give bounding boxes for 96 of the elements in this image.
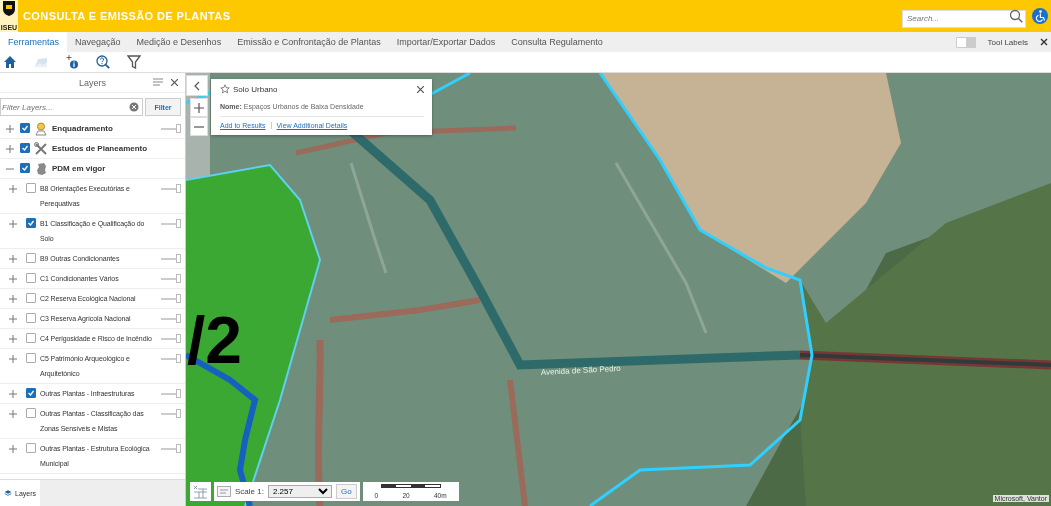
expand-icon[interactable] <box>6 125 14 133</box>
checkbox[interactable] <box>26 218 36 228</box>
ribbon-tab[interactable]: Medição e Desenhos <box>128 32 230 52</box>
checkbox[interactable] <box>26 353 36 363</box>
zone-label: /2 <box>187 303 243 377</box>
checkbox[interactable] <box>20 123 30 133</box>
ribbon-tab[interactable]: Emissão e Confrontação de Plantas <box>229 32 389 52</box>
opacity-slider[interactable] <box>161 274 181 284</box>
map-shape-icon <box>34 161 48 176</box>
opacity-slider[interactable] <box>161 409 181 419</box>
expand-icon[interactable] <box>9 390 17 398</box>
opacity-slider[interactable] <box>161 354 181 364</box>
checkbox[interactable] <box>26 183 36 193</box>
opacity-slider[interactable] <box>161 184 181 194</box>
checkbox[interactable] <box>26 293 36 303</box>
person-pin-icon <box>34 121 48 136</box>
ribbon-tab[interactable]: Importar/Exportar Dados <box>388 32 504 52</box>
zoom-in-button[interactable] <box>190 98 208 117</box>
ribbon-tab[interactable]: Navegação <box>67 32 129 52</box>
layers-icon <box>4 488 12 498</box>
popup-title: Solo Urbano <box>233 84 278 94</box>
checkbox[interactable] <box>26 333 36 343</box>
layer-name: Enquadramento <box>52 123 113 135</box>
search-field[interactable]: Search... <box>902 9 1026 28</box>
opacity-slider[interactable] <box>161 389 181 399</box>
checkbox[interactable] <box>26 273 36 283</box>
info-icon[interactable] <box>65 55 79 69</box>
opacity-slider[interactable] <box>161 294 181 304</box>
checkbox[interactable] <box>26 443 36 453</box>
search-icon[interactable] <box>1009 9 1023 23</box>
plus-icon <box>194 102 204 113</box>
star-icon[interactable] <box>220 84 230 94</box>
home-icon[interactable] <box>3 55 17 69</box>
slider-thumb[interactable] <box>176 444 181 453</box>
go-button[interactable]: Go <box>335 484 357 499</box>
clear-icon[interactable] <box>129 102 139 112</box>
shield-logo-icon <box>2 0 16 16</box>
filter-field[interactable]: Filter Layers... <box>0 98 143 116</box>
expand-icon[interactable] <box>9 255 17 263</box>
expand-icon[interactable] <box>9 410 17 418</box>
ribbon-tab[interactable]: Ferramentas <box>0 32 68 52</box>
close-icon[interactable] <box>417 85 424 93</box>
zoom-out-button[interactable] <box>190 117 208 136</box>
slider-thumb[interactable] <box>176 254 181 263</box>
opacity-slider[interactable] <box>161 254 181 264</box>
opacity-slider[interactable] <box>161 219 181 229</box>
expand-icon[interactable] <box>6 145 14 153</box>
collapse-panel-button[interactable] <box>186 75 208 96</box>
toggle-switch[interactable] <box>955 36 976 48</box>
expand-icon[interactable] <box>9 275 17 283</box>
slider-thumb[interactable] <box>176 219 181 228</box>
slider-thumb[interactable] <box>176 294 181 303</box>
slider-thumb[interactable] <box>176 314 181 323</box>
layer-name: PDM em vigor <box>52 163 106 175</box>
opacity-slider[interactable] <box>161 444 181 454</box>
panel-title: Layers <box>79 77 106 88</box>
slider-thumb[interactable] <box>176 334 181 343</box>
opacity-slider[interactable] <box>161 124 181 134</box>
slider-thumb[interactable] <box>176 409 181 418</box>
expand-icon[interactable] <box>9 315 17 323</box>
slider-thumb[interactable] <box>176 124 181 133</box>
close-icon[interactable] <box>1040 38 1048 46</box>
toggle-label: Tool Labels <box>987 37 1028 47</box>
checkbox[interactable] <box>26 408 36 418</box>
expand-icon[interactable] <box>9 185 17 193</box>
collapse-icon[interactable] <box>6 165 14 173</box>
checkbox[interactable] <box>26 388 36 398</box>
scale-dropdown[interactable]: 2.257 <box>267 485 332 498</box>
slider-thumb[interactable] <box>176 184 181 193</box>
slider-thumb[interactable] <box>176 389 181 398</box>
accessibility-icon[interactable] <box>1032 8 1048 24</box>
checkbox[interactable] <box>26 253 36 263</box>
checkbox[interactable] <box>26 313 36 323</box>
menu-icon[interactable] <box>153 78 163 86</box>
ribbon-tab[interactable]: Consulta Regulamento <box>503 32 611 52</box>
opacity-slider[interactable] <box>161 334 181 344</box>
expand-icon[interactable] <box>9 445 17 453</box>
scale-label: Scale 1: <box>235 487 264 496</box>
layer-name: Estudos de Planeamento <box>52 143 148 155</box>
slider-thumb[interactable] <box>176 354 181 363</box>
opacity-slider[interactable] <box>161 314 181 324</box>
checkbox[interactable] <box>20 143 30 153</box>
expand-icon[interactable] <box>9 335 17 343</box>
app-title: CONSULTA E EMISSÃO DE PLANTAS <box>23 10 232 22</box>
crossed-tools-icon <box>34 141 48 156</box>
expand-icon[interactable] <box>9 355 17 363</box>
magnifier-question-icon[interactable] <box>96 55 110 69</box>
slider-thumb[interactable] <box>176 274 181 283</box>
filter-icon[interactable] <box>127 55 141 69</box>
close-icon[interactable] <box>171 79 178 86</box>
expand-icon[interactable] <box>9 295 17 303</box>
scale-icon[interactable] <box>217 486 231 497</box>
checkbox[interactable] <box>20 163 30 173</box>
chevron-left-icon <box>194 80 200 91</box>
street-label: Avenida de São Pedro <box>540 363 621 377</box>
expand-icon[interactable] <box>9 220 17 228</box>
